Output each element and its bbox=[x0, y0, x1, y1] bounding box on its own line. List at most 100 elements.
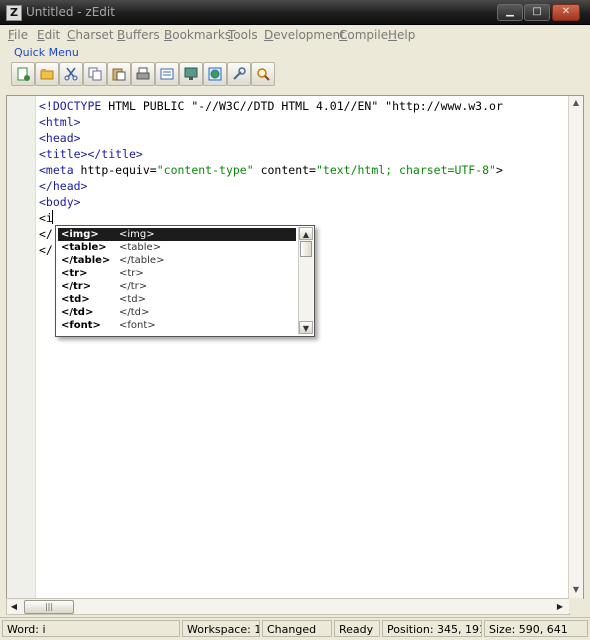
title-bar[interactable]: Z Untitled - zEdit ▁ □ ✕ bbox=[0, 0, 590, 25]
autocomplete-item-value: </tr> bbox=[119, 281, 148, 292]
menu-file[interactable]: File bbox=[8, 28, 28, 42]
autocomplete-item-value: <tr> bbox=[119, 268, 144, 279]
editor-gutter bbox=[7, 96, 36, 598]
autocomplete-popup: <img> <img> <table> <table> </table> </table>… bbox=[55, 225, 315, 337]
properties-button[interactable] bbox=[155, 62, 179, 86]
code-token: </head> bbox=[39, 179, 88, 193]
code-line[interactable]: <meta http-equiv="content-type" content=… bbox=[39, 162, 503, 178]
menu-bookmarks[interactable]: Bookmarks bbox=[164, 28, 231, 42]
maximize-button[interactable]: □ bbox=[524, 4, 550, 21]
code-line[interactable]: </head> bbox=[39, 178, 503, 194]
autocomplete-item-key: <table> bbox=[61, 242, 107, 253]
tools-button[interactable] bbox=[227, 62, 251, 86]
menu-development[interactable]: Development bbox=[264, 28, 345, 42]
scroll-left-arrow[interactable]: ◀ bbox=[7, 599, 21, 614]
autocomplete-item-value: <table> bbox=[119, 242, 162, 253]
autocomplete-item-value: </td> bbox=[119, 307, 150, 318]
code-editor[interactable]: <!DOCTYPE HTML PUBLIC "-//W3C//DTD HTML … bbox=[6, 95, 584, 599]
scroll-right-arrow[interactable]: ▶ bbox=[553, 599, 567, 614]
copy-button[interactable] bbox=[83, 62, 107, 86]
autocomplete-item[interactable]: <font> <font> bbox=[58, 319, 296, 332]
quick-menu[interactable]: Quick Menu bbox=[14, 46, 79, 59]
code-line[interactable]: <head> bbox=[39, 130, 503, 146]
autocomplete-item-value: </table> bbox=[119, 255, 165, 266]
code-token: <!DOCTYPE bbox=[39, 99, 102, 113]
menu-edit[interactable]: Edit bbox=[37, 28, 60, 42]
autocomplete-item-value: <font> bbox=[119, 320, 156, 331]
status-bar: Word: i Workspace: 1 Changed Ready Posit… bbox=[0, 617, 590, 640]
autocomplete-item-key: </td> bbox=[61, 307, 94, 318]
autocomplete-item-key: <font> bbox=[61, 320, 101, 331]
scroll-down-arrow[interactable]: ▼ bbox=[569, 583, 583, 597]
code-token: > bbox=[495, 163, 503, 177]
editor-window: Z Untitled - zEdit ▁ □ ✕ File Edit Chars… bbox=[0, 0, 590, 640]
autocomplete-item[interactable]: <tr> <tr> bbox=[58, 267, 296, 280]
print-icon bbox=[136, 67, 150, 81]
close-button[interactable]: ✕ bbox=[552, 4, 580, 21]
autocomplete-item-value: <td> bbox=[119, 294, 147, 305]
cut-button[interactable] bbox=[59, 62, 83, 86]
web-preview-button[interactable] bbox=[203, 62, 227, 86]
autocomplete-item-key: </table> bbox=[61, 255, 111, 266]
code-token: HTML PUBLIC "-//W3C//DTD HTML 4.01//EN" … bbox=[101, 99, 503, 113]
text-cursor bbox=[52, 210, 53, 224]
code-token: <meta bbox=[39, 163, 74, 177]
tools-icon bbox=[232, 67, 246, 81]
autocomplete-item-key: <tr> bbox=[61, 268, 88, 279]
print-button[interactable] bbox=[131, 62, 155, 86]
autocomplete-item[interactable]: </table> </table> bbox=[58, 254, 296, 267]
code-line[interactable]: <html> bbox=[39, 114, 503, 130]
paste-icon bbox=[112, 67, 126, 81]
code-token: <html> bbox=[39, 115, 81, 129]
cut-icon bbox=[64, 67, 78, 81]
autocomplete-scroll-thumb[interactable] bbox=[300, 241, 312, 257]
menu-tools[interactable]: Tools bbox=[228, 28, 258, 42]
menu-buffers[interactable]: Buffers bbox=[117, 28, 160, 42]
minimize-button[interactable]: ▁ bbox=[497, 4, 523, 21]
status-ready: Ready bbox=[334, 620, 380, 637]
autocomplete-item-value: <img> bbox=[119, 229, 155, 240]
app-icon[interactable]: Z bbox=[6, 5, 22, 21]
code-line[interactable]: <body> bbox=[39, 194, 503, 210]
code-line[interactable]: <i bbox=[39, 210, 503, 226]
monitor-icon bbox=[184, 67, 198, 81]
open-button[interactable] bbox=[35, 62, 59, 86]
horizontal-scrollbar[interactable]: ◀ ||| ▶ bbox=[6, 598, 570, 615]
vertical-scrollbar[interactable]: ▲ ▼ bbox=[568, 96, 583, 598]
autocomplete-item-key: <td> bbox=[61, 294, 90, 305]
paste-button[interactable] bbox=[107, 62, 131, 86]
autocomplete-item[interactable]: <table> <table> bbox=[58, 241, 296, 254]
status-word: Word: i bbox=[2, 620, 180, 637]
autocomplete-item[interactable]: <img> <img> bbox=[58, 228, 296, 241]
autocomplete-item-key: <img> bbox=[61, 229, 99, 240]
autocomplete-scroll-down[interactable]: ▼ bbox=[299, 321, 313, 334]
monitor-button[interactable] bbox=[179, 62, 203, 86]
code-token: </ bbox=[39, 227, 53, 241]
autocomplete-scrollbar[interactable]: ▲ ▼ bbox=[298, 227, 313, 334]
code-line[interactable]: <!DOCTYPE HTML PUBLIC "-//W3C//DTD HTML … bbox=[39, 98, 503, 114]
status-workspace: Workspace: 1 bbox=[182, 620, 260, 637]
autocomplete-item[interactable]: </tr> </tr> bbox=[58, 280, 296, 293]
autocomplete-item[interactable]: <td> <td> bbox=[58, 293, 296, 306]
new-document-button[interactable] bbox=[11, 62, 35, 86]
autocomplete-item[interactable]: </td> </td> bbox=[58, 306, 296, 319]
new-document-icon bbox=[16, 67, 30, 81]
find-button[interactable] bbox=[251, 62, 275, 86]
status-position: Position: 345, 191 bbox=[382, 620, 482, 637]
menu-charset[interactable]: Charset bbox=[67, 28, 114, 42]
menu-help[interactable]: Help bbox=[388, 28, 415, 42]
code-token: content= bbox=[253, 163, 316, 177]
code-token: "content-type" bbox=[156, 163, 254, 177]
code-token: <head> bbox=[39, 131, 81, 145]
horizontal-scroll-thumb[interactable]: ||| bbox=[24, 600, 74, 614]
status-changed: Changed bbox=[262, 620, 332, 637]
code-line[interactable]: <title></title> bbox=[39, 146, 503, 162]
find-icon bbox=[256, 67, 270, 81]
scroll-corner bbox=[569, 598, 583, 613]
scroll-up-arrow[interactable]: ▲ bbox=[569, 96, 583, 110]
web-preview-icon bbox=[208, 67, 222, 81]
menu-compile[interactable]: Compile bbox=[339, 28, 388, 42]
code-token: "text/html; charset=UTF-8" bbox=[315, 163, 496, 177]
autocomplete-scroll-up[interactable]: ▲ bbox=[299, 227, 313, 240]
window-title: Untitled - zEdit bbox=[26, 5, 115, 19]
